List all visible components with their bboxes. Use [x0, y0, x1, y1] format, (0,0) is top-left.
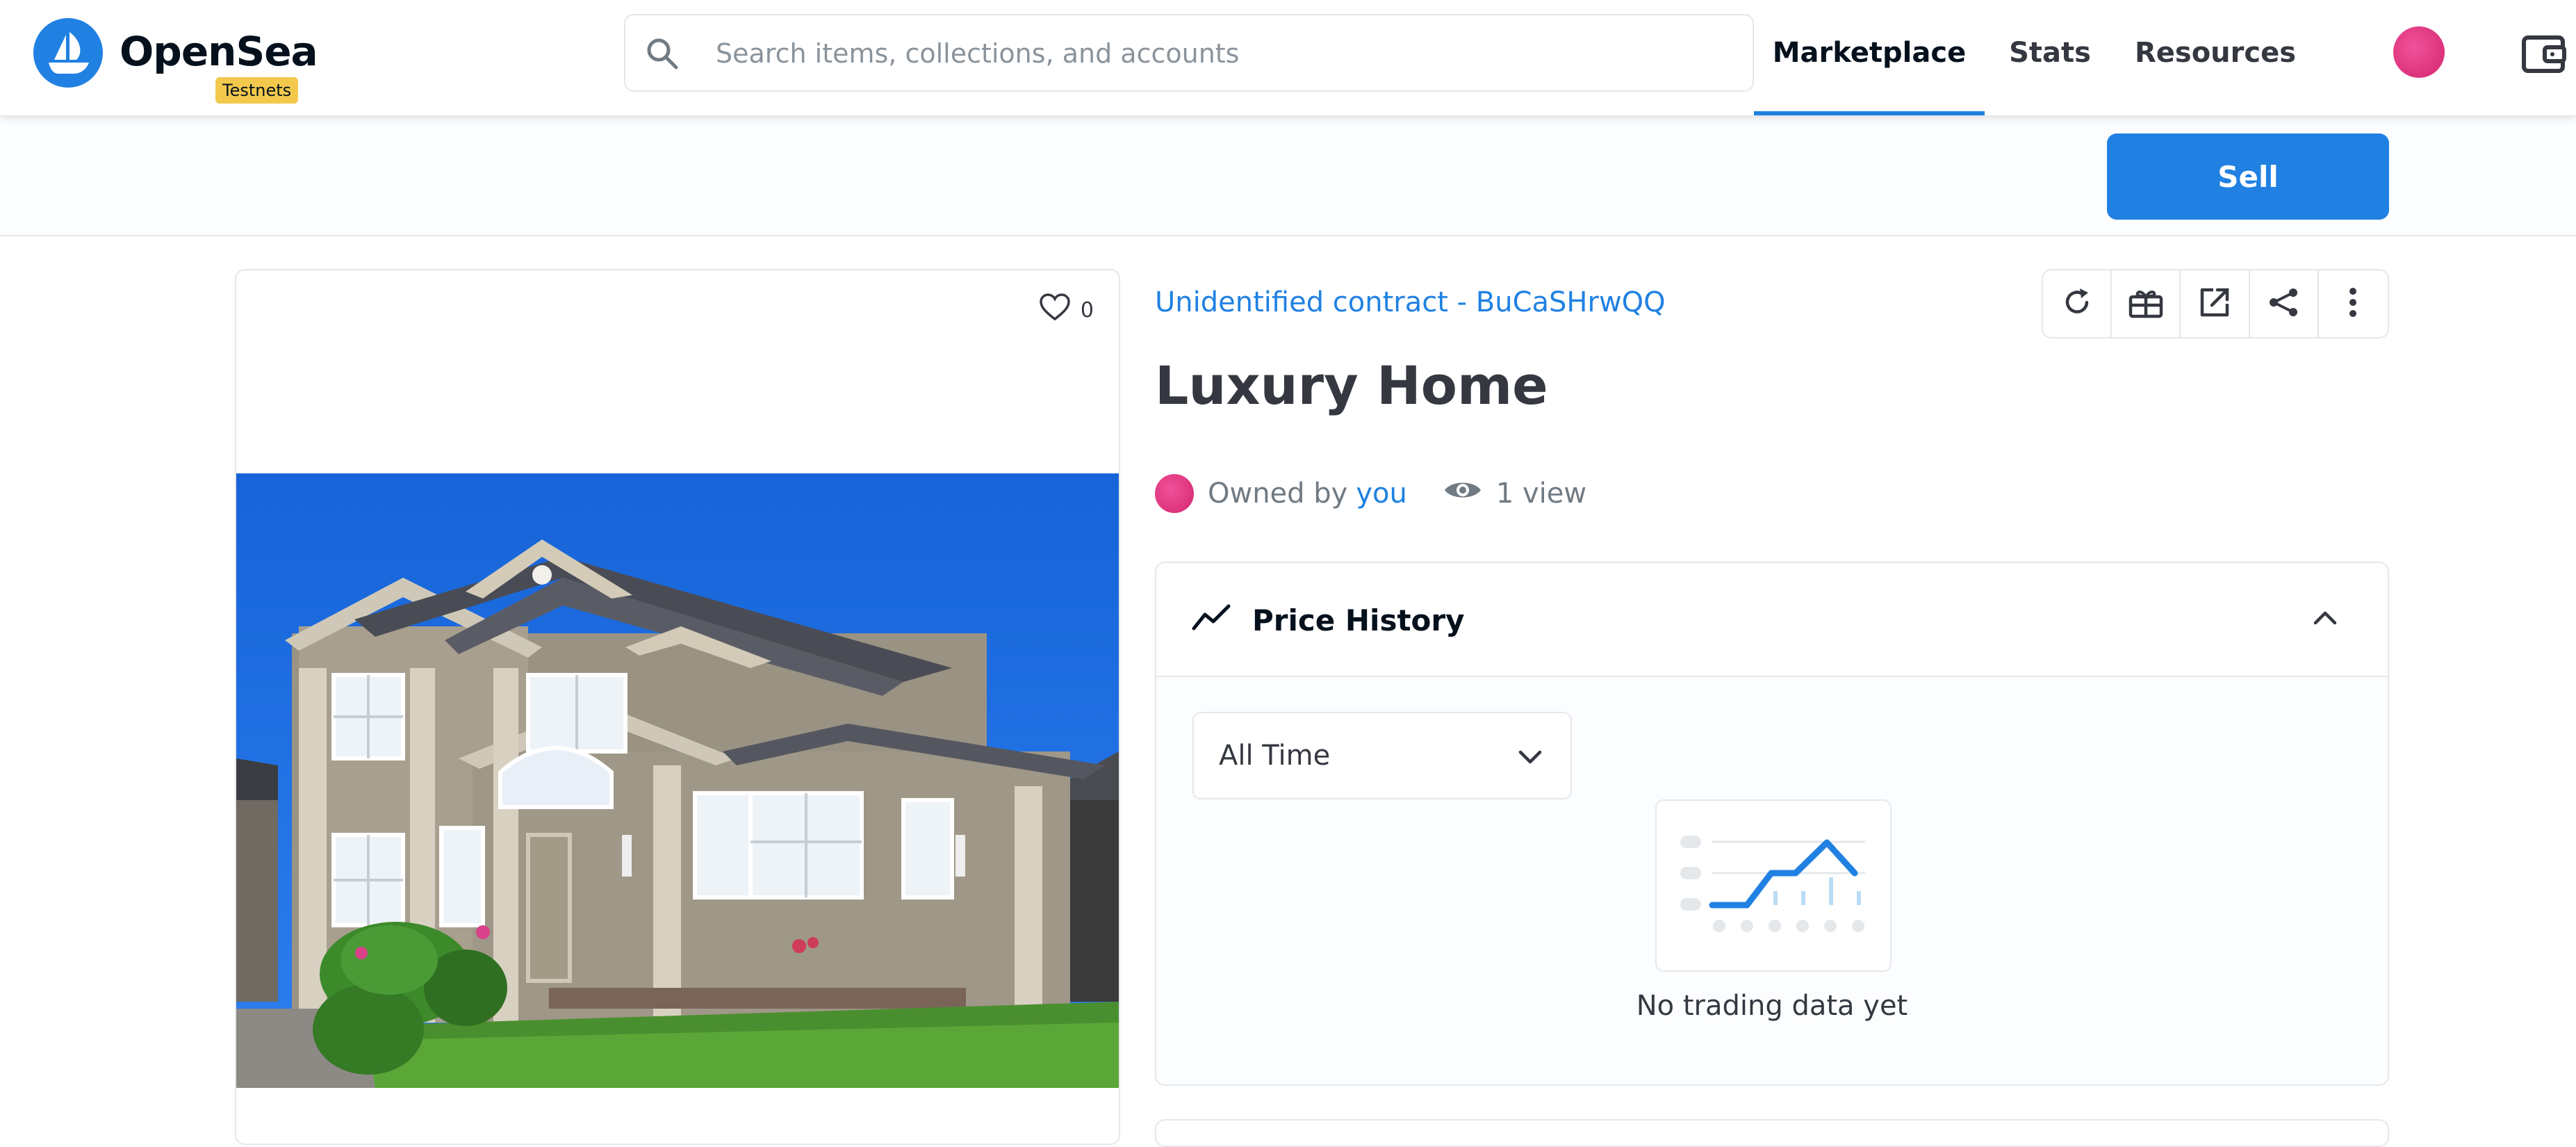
owned-by-label: Owned by: [1208, 478, 1348, 510]
asset-image-card: 0: [235, 269, 1120, 1145]
chevron-up-icon[interactable]: [2311, 608, 2339, 631]
transfer-button[interactable]: [2112, 270, 2181, 337]
asset-title: Luxury Home: [1155, 355, 1548, 416]
eye-icon: [1443, 478, 1482, 510]
refresh-icon: [2060, 286, 2094, 322]
view-original-button[interactable]: [2181, 270, 2250, 337]
external-link-icon: [2198, 286, 2231, 322]
share-icon: [2267, 286, 2300, 322]
testnets-badge: Testnets: [215, 77, 299, 104]
gift-icon: [2128, 286, 2164, 322]
collection-link[interactable]: Unidentified contract - BuCaSHrwQQ: [1155, 286, 1666, 318]
asset-action-buttons: [2042, 269, 2389, 339]
refresh-metadata-button[interactable]: [2043, 270, 2113, 337]
owner-row: Owned by you 1 view: [1155, 473, 1586, 514]
search-input[interactable]: [714, 33, 1729, 74]
price-history-title: Price History: [1252, 603, 1465, 637]
no-data-message: No trading data yet: [1636, 990, 1908, 1022]
view-count-label: 1 view: [1495, 478, 1587, 510]
search-icon: [645, 36, 680, 74]
opensea-logo-icon[interactable]: [33, 18, 103, 88]
more-icon: [2347, 286, 2358, 322]
chevron-down-icon: [1518, 748, 1543, 767]
search-bar[interactable]: [624, 14, 1754, 92]
nav-marketplace[interactable]: Marketplace: [1754, 0, 1985, 117]
item-action-bar: Sell: [0, 117, 2576, 236]
share-button[interactable]: [2250, 270, 2319, 337]
nav-resources[interactable]: Resources: [2133, 0, 2297, 117]
nav-stats[interactable]: Stats: [2001, 0, 2099, 117]
price-history-panel: Price History All Time No trading data y…: [1155, 562, 2389, 1086]
favorite-button[interactable]: 0: [1039, 293, 1094, 327]
price-history-header[interactable]: Price History: [1156, 563, 2388, 677]
next-panel: [1155, 1119, 2389, 1147]
favorite-count: 0: [1080, 298, 1094, 323]
owner-avatar[interactable]: [1155, 474, 1194, 513]
asset-image: [236, 473, 1119, 1088]
view-count: 1 view: [1443, 478, 1586, 510]
brand-name[interactable]: OpenSea: [120, 28, 318, 75]
top-navigation-bar: OpenSea Testnets Marketplace Stats Resou…: [0, 0, 2576, 117]
wallet-icon[interactable]: [2521, 31, 2567, 79]
time-range-value: All Time: [1219, 740, 1331, 772]
price-history-body: All Time No trading data yet: [1156, 677, 2388, 1084]
owner-link[interactable]: you: [1356, 478, 1407, 510]
trending-icon: [1191, 602, 1233, 635]
time-range-select[interactable]: All Time: [1192, 712, 1572, 799]
sell-button[interactable]: Sell: [2107, 133, 2389, 220]
profile-avatar[interactable]: [2393, 26, 2445, 78]
more-options-button[interactable]: [2319, 270, 2388, 337]
nav-active-indicator: [1754, 111, 1985, 115]
heart-icon: [1039, 293, 1071, 327]
empty-chart-illustration: [1655, 799, 1892, 972]
